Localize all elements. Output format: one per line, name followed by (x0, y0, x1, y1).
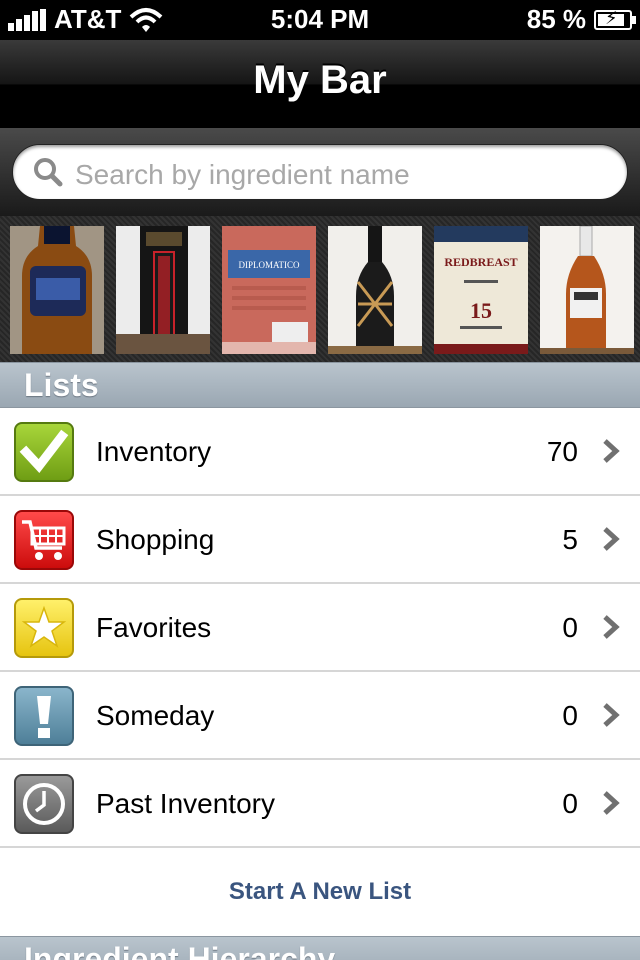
checkmark-icon (14, 422, 74, 482)
list-item-someday[interactable]: Someday 0 (0, 672, 640, 760)
bottle-thumbnail[interactable] (116, 226, 210, 354)
bottle-label-number: 15 (470, 298, 492, 323)
section-header-ingredients: Ingredient Hierarchy (0, 936, 640, 960)
list-item-favorites[interactable]: Favorites 0 (0, 584, 640, 672)
list-item-count: 5 (562, 524, 578, 555)
bottle-label-text: DIPLOMATICO (238, 260, 300, 270)
section-title: Ingredient Hierarchy (24, 941, 336, 960)
list-item-count: 0 (562, 700, 578, 731)
section-header-lists: Lists (0, 362, 640, 408)
chevron-right-icon (603, 791, 620, 815)
battery-icon: ⚡ (594, 8, 636, 30)
battery-percent: 85 % (526, 4, 586, 34)
list-item-label: Inventory (96, 436, 212, 467)
search-placeholder: Search by ingredient name (75, 159, 410, 190)
status-right: 85 % ⚡ (526, 4, 636, 35)
nav-bar: My Bar (0, 40, 640, 129)
list-item-label: Someday (96, 700, 215, 731)
clock-icon (14, 774, 74, 834)
cart-icon (14, 510, 74, 570)
bottle-thumbnail[interactable]: DIPLOMATICO (222, 226, 316, 354)
list-item-past-inventory[interactable]: Past Inventory 0 (0, 760, 640, 848)
list-item-label: Shopping (96, 524, 215, 555)
screen: AT&T 5:04 PM 85 % ⚡ My Bar Search by ing… (0, 0, 640, 960)
star-icon (14, 598, 74, 658)
start-new-list-label: Start A New List (228, 878, 412, 905)
list-item-label: Favorites (96, 612, 212, 643)
exclamation-icon (14, 686, 74, 746)
list-item-count: 0 (562, 788, 578, 819)
bottle-thumbnail[interactable] (540, 226, 634, 354)
bottle-thumbnail[interactable] (328, 226, 422, 354)
list-item-count: 70 (546, 436, 578, 467)
search-bar: Search by ingredient name (0, 128, 640, 216)
list-item-count: 0 (562, 612, 578, 643)
list-item-shopping[interactable]: Shopping 5 (0, 496, 640, 584)
bottle-thumbnail[interactable] (10, 226, 104, 354)
list-item-label: Past Inventory (96, 788, 275, 819)
bottle-carousel[interactable]: DIPLOMATICO REDBREAST 15 (0, 216, 640, 362)
page-title: My Bar (253, 58, 387, 102)
bottle-label-text: REDBREAST (444, 255, 517, 269)
chevron-right-icon (603, 439, 620, 463)
list-item-inventory[interactable]: Inventory 70 (0, 408, 640, 496)
chevron-right-icon (603, 615, 620, 639)
search-input[interactable]: Search by ingredient name (12, 144, 628, 200)
section-title: Lists (24, 367, 99, 403)
start-new-list-button[interactable]: Start A New List (0, 848, 640, 936)
chevron-right-icon (603, 703, 620, 727)
bottle-thumbnail[interactable]: REDBREAST 15 (434, 226, 528, 354)
status-bar: AT&T 5:04 PM 85 % ⚡ (0, 0, 640, 40)
search-icon (34, 158, 63, 187)
chevron-right-icon (603, 527, 620, 551)
